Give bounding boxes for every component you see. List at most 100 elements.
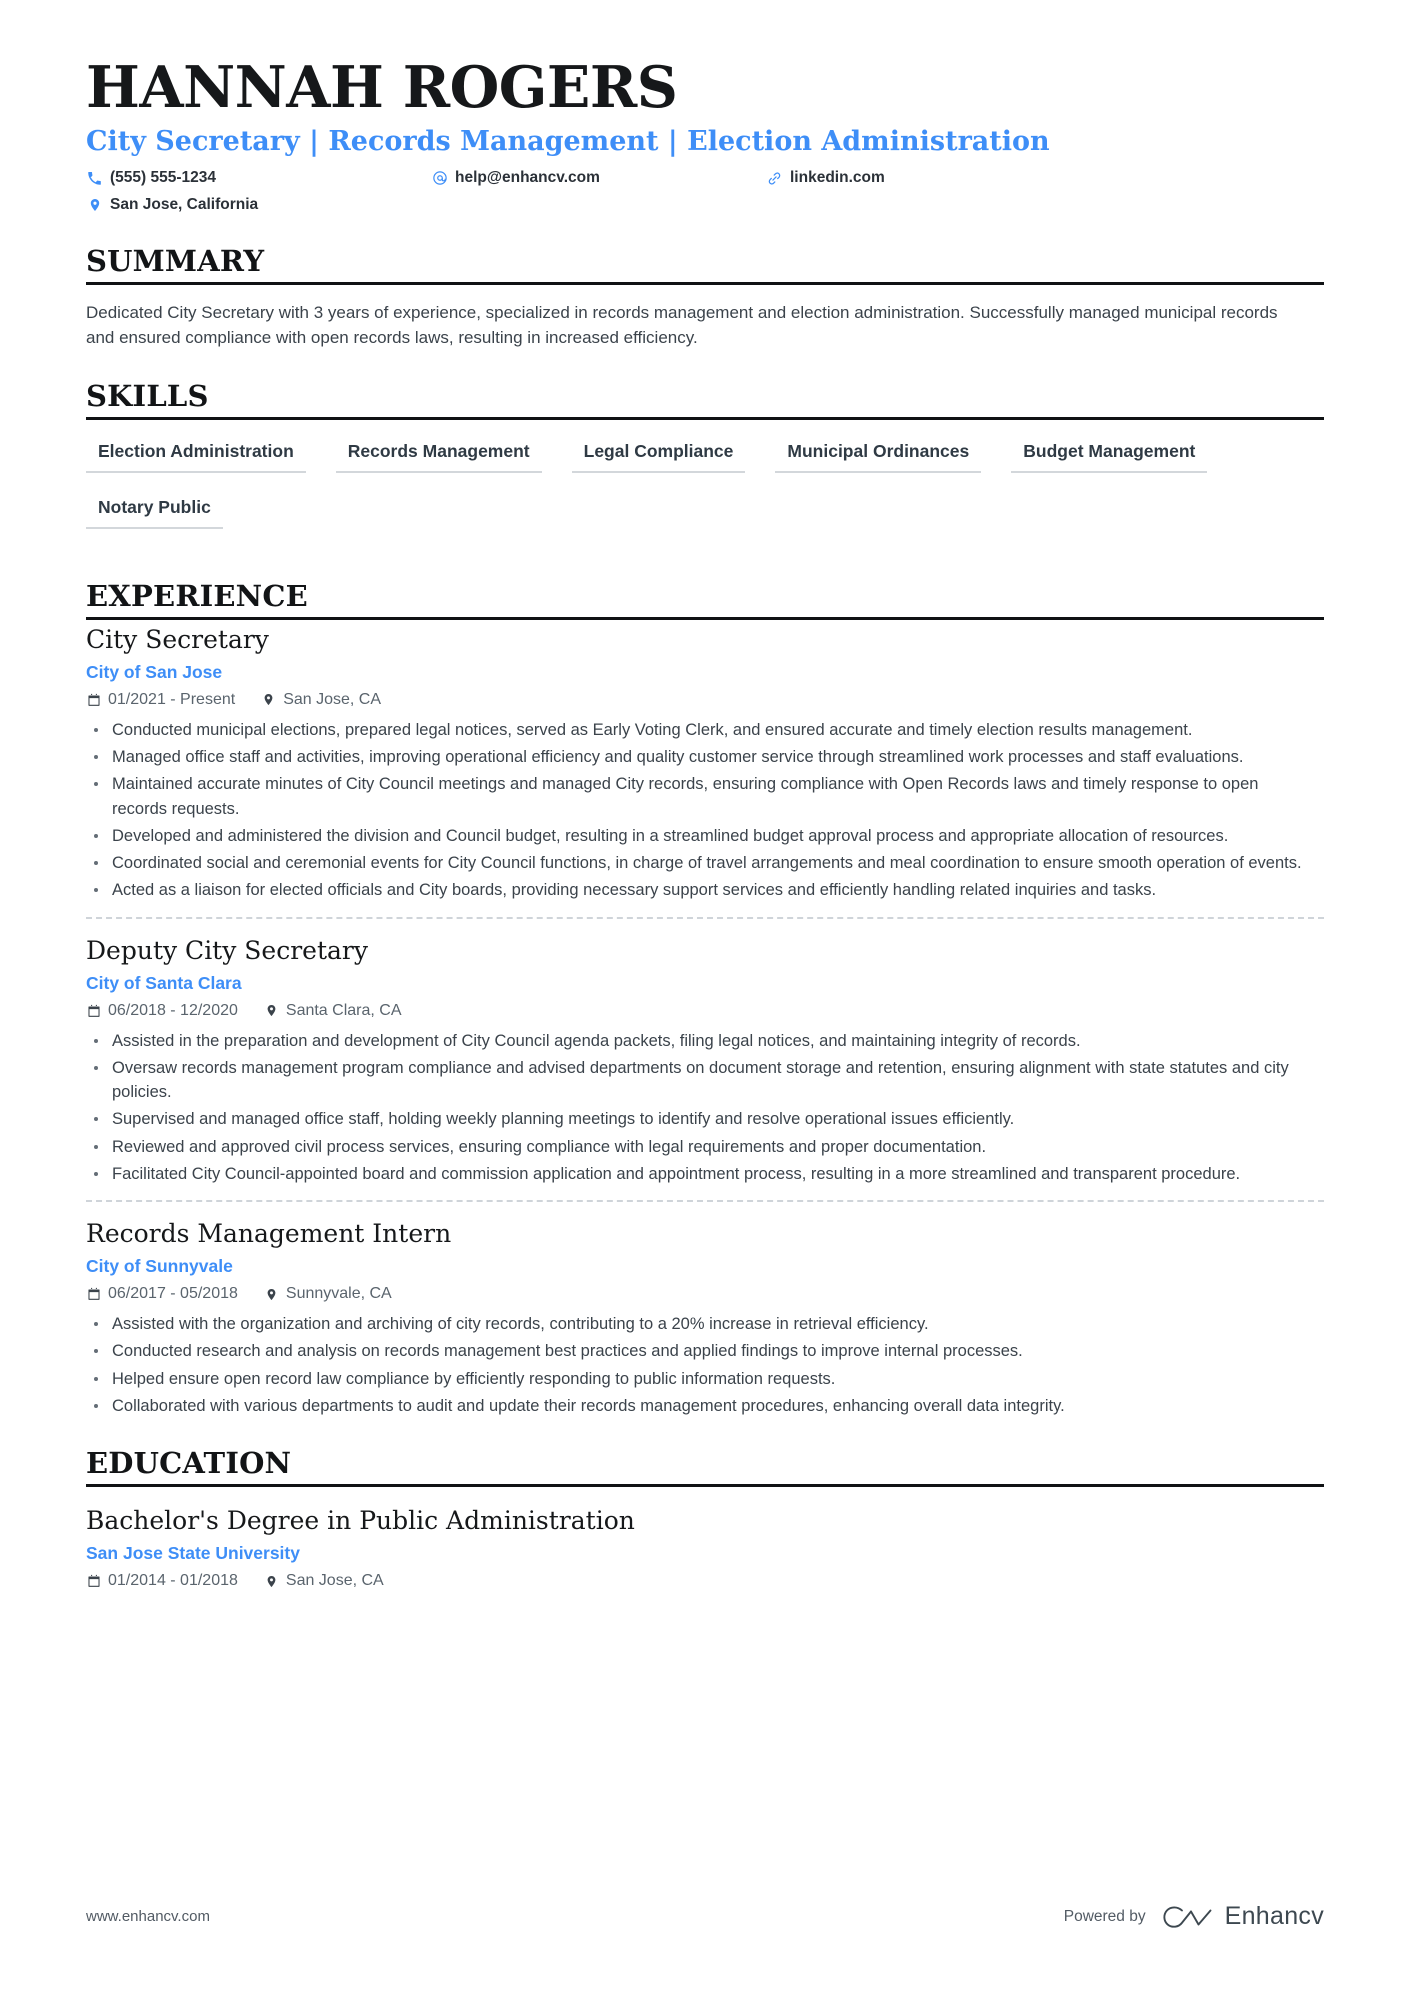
- section-rule: [86, 417, 1324, 421]
- experience-dates: 06/2017 - 05/2018: [86, 1285, 238, 1303]
- skill-item: Notary Public: [86, 495, 223, 530]
- education-location-text: San Jose, CA: [285, 1572, 384, 1590]
- experience-organization[interactable]: City of Santa Clara: [86, 972, 1324, 995]
- experience-location-text: Sunnyvale, CA: [285, 1285, 392, 1303]
- enhancv-logo[interactable]: Enhancv: [1160, 1902, 1324, 1931]
- email-icon: [431, 170, 448, 187]
- location-icon: [264, 1287, 279, 1302]
- contact-linkedin[interactable]: linkedin.com: [766, 167, 885, 189]
- experience-location: Sunnyvale, CA: [264, 1285, 392, 1303]
- education-location: San Jose, CA: [264, 1572, 384, 1590]
- location-icon: [264, 1003, 279, 1018]
- skill-item: Municipal Ordinances: [775, 439, 982, 474]
- resume-page: HANNAH ROGERS City Secretary | Records M…: [0, 0, 1410, 1995]
- location-icon: [264, 1574, 279, 1589]
- footer-powered-by-label: Powered by: [1063, 1907, 1146, 1925]
- education-dates: 01/2014 - 01/2018: [86, 1572, 238, 1590]
- experience-location-text: Santa Clara, CA: [285, 1001, 402, 1019]
- summary-text: Dedicated City Secretary with 3 years of…: [86, 302, 1278, 348]
- calendar-icon: [86, 692, 101, 707]
- experience-organization[interactable]: City of San Jose: [86, 661, 1324, 684]
- experience-entry: Deputy City Secretary City of Santa Clar…: [86, 916, 1324, 1187]
- section-skills: SKILLS Election Administration Records M…: [86, 379, 1324, 551]
- bullet-item: Coordinated social and ceremonial events…: [86, 851, 1316, 875]
- experience-entry: City Secretary City of San Jose 01/2021 …: [86, 620, 1324, 903]
- experience-bullets: Assisted in the preparation and developm…: [86, 1029, 1324, 1187]
- section-experience: EXPERIENCE City Secretary City of San Jo…: [86, 579, 1324, 1418]
- experience-location: San Jose, CA: [261, 691, 381, 709]
- education-entry: Bachelor's Degree in Public Administrati…: [86, 1501, 1324, 1590]
- section-rule: [86, 1484, 1324, 1488]
- candidate-name: HANNAH ROGERS: [86, 54, 678, 121]
- section-title-summary: SUMMARY: [86, 243, 265, 278]
- section-title-education: EDUCATION: [86, 1446, 292, 1481]
- calendar-icon: [86, 1574, 101, 1589]
- contact-row-secondary: San Jose, California: [86, 194, 1324, 216]
- enhancv-mark-icon: [1160, 1903, 1216, 1931]
- bullet-item: Acted as a liaison for elected officials…: [86, 878, 1316, 902]
- education-degree: Bachelor's Degree in Public Administrati…: [86, 1506, 635, 1536]
- experience-entry: Records Management Intern City of Sunnyv…: [86, 1200, 1324, 1418]
- bullet-item: Managed office staff and activities, imp…: [86, 745, 1316, 769]
- bullet-item: Collaborated with various departments to…: [86, 1394, 1316, 1418]
- page-footer: www.enhancv.com Powered by Enhancv: [86, 1902, 1324, 1931]
- footer-branding: Powered by Enhancv: [1064, 1902, 1324, 1931]
- bullet-item: Conducted municipal elections, prepared …: [86, 718, 1316, 742]
- bullet-item: Reviewed and approved civil process serv…: [86, 1135, 1316, 1159]
- experience-role: Records Management Intern: [86, 1219, 452, 1249]
- experience-dates: 06/2018 - 12/2020: [86, 1002, 238, 1020]
- education-school[interactable]: San Jose State University: [86, 1542, 1324, 1565]
- experience-bullets: Assisted with the organization and archi…: [86, 1312, 1324, 1418]
- experience-bullets: Conducted municipal elections, prepared …: [86, 718, 1324, 903]
- experience-organization[interactable]: City of Sunnyvale: [86, 1255, 1324, 1278]
- bullet-item: Supervised and managed office staff, hol…: [86, 1107, 1316, 1131]
- experience-role: Deputy City Secretary: [86, 935, 368, 965]
- section-summary: SUMMARY Dedicated City Secretary with 3 …: [86, 243, 1324, 352]
- contact-phone-text: (555) 555-1234: [110, 169, 216, 187]
- experience-meta: 06/2017 - 05/2018 Sunnyvale, CA: [86, 1285, 1324, 1303]
- experience-location: Santa Clara, CA: [264, 1002, 402, 1020]
- section-education: EDUCATION Bachelor's Degree in Public Ad…: [86, 1446, 1324, 1590]
- section-rule: [86, 281, 1324, 285]
- bullet-item: Conducted research and analysis on recor…: [86, 1339, 1316, 1363]
- experience-dates-text: 01/2021 - Present: [108, 690, 236, 708]
- resume-header: HANNAH ROGERS City Secretary | Records M…: [86, 58, 1324, 216]
- bullet-item: Assisted in the preparation and developm…: [86, 1029, 1316, 1053]
- skill-item: Legal Compliance: [571, 439, 746, 474]
- bullet-item: Developed and administered the division …: [86, 824, 1316, 848]
- experience-meta: 01/2021 - Present San Jose, CA: [86, 691, 1324, 709]
- bullet-item: Helped ensure open record law compliance…: [86, 1367, 1316, 1391]
- calendar-icon: [86, 1003, 101, 1018]
- skill-item: Election Administration: [86, 439, 306, 474]
- calendar-icon: [86, 1287, 101, 1302]
- experience-dates: 01/2021 - Present: [86, 691, 235, 709]
- phone-icon: [86, 170, 103, 187]
- skill-item: Budget Management: [1011, 439, 1208, 474]
- contact-linkedin-text: linkedin.com: [790, 169, 885, 187]
- contact-email[interactable]: help@enhancv.com: [431, 167, 766, 189]
- candidate-headline: City Secretary | Records Management | El…: [86, 125, 1050, 157]
- link-icon: [766, 170, 783, 187]
- contact-email-text: help@enhancv.com: [455, 169, 600, 187]
- experience-role: City Secretary: [86, 624, 269, 654]
- section-title-experience: EXPERIENCE: [86, 579, 308, 614]
- experience-dates-text: 06/2018 - 12/2020: [108, 1001, 238, 1019]
- education-dates-text: 01/2014 - 01/2018: [108, 1572, 238, 1590]
- skills-list: Election Administration Records Manageme…: [86, 439, 1324, 551]
- education-meta: 01/2014 - 01/2018 San Jose, CA: [86, 1572, 1324, 1590]
- contact-phone[interactable]: (555) 555-1234: [86, 167, 431, 189]
- bullet-item: Oversaw records management program compl…: [86, 1056, 1316, 1105]
- footer-website[interactable]: www.enhancv.com: [86, 1908, 210, 1925]
- experience-meta: 06/2018 - 12/2020 Santa Clara, CA: [86, 1002, 1324, 1020]
- contact-info: (555) 555-1234 help@enhancv.com linkedin…: [86, 167, 1324, 215]
- location-icon: [261, 692, 276, 707]
- bullet-item: Maintained accurate minutes of City Coun…: [86, 772, 1316, 821]
- contact-row-primary: (555) 555-1234 help@enhancv.com linkedin…: [86, 167, 1324, 189]
- contact-location: San Jose, California: [86, 194, 431, 216]
- contact-location-text: San Jose, California: [110, 195, 259, 213]
- enhancv-logo-text: Enhancv: [1224, 1902, 1324, 1930]
- experience-location-text: San Jose, CA: [283, 690, 382, 708]
- bullet-item: Assisted with the organization and archi…: [86, 1312, 1316, 1336]
- section-title-skills: SKILLS: [86, 379, 209, 414]
- location-icon: [86, 196, 103, 213]
